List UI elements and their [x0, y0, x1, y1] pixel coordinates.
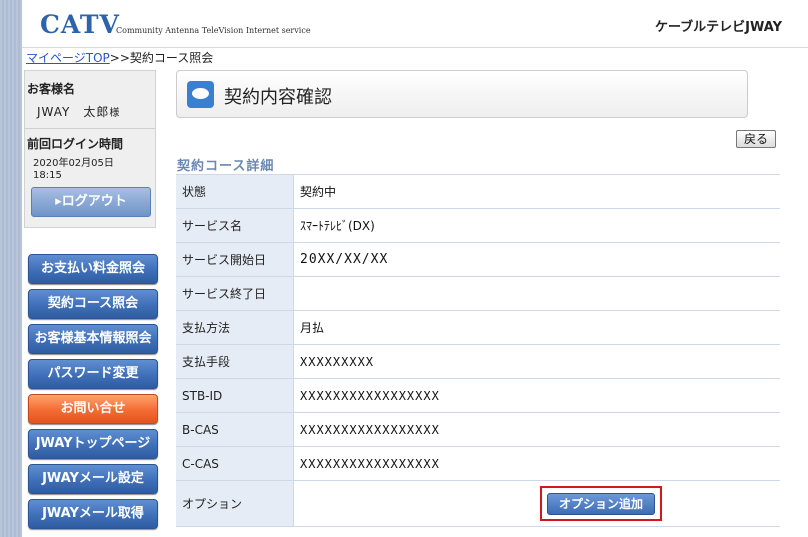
page-title: 契約内容確認	[224, 87, 332, 108]
row-value: オプション追加	[294, 481, 780, 526]
nav-jway-top-button[interactable]: JWAYトップページ	[28, 429, 158, 459]
breadcrumb: マイページTOP>>契約コース照会	[26, 49, 213, 66]
table-row: 状態 契約中	[176, 175, 780, 209]
logo-subtitle: Community Antenna TeleVision Internet se…	[116, 26, 311, 35]
speech-bubble-icon	[187, 81, 214, 108]
row-label: C-CAS	[176, 447, 294, 480]
breadcrumb-current: 契約コース照会	[129, 51, 214, 65]
table-row: サービス開始日 20XX/XX/XX	[176, 243, 780, 277]
table-row: C-CAS XXXXXXXXXXXXXXXXX	[176, 447, 780, 481]
row-value: XXXXXXXXXXXXXXXXX	[300, 422, 440, 437]
page-title-box: 契約内容確認	[176, 70, 748, 118]
table-row: オプション オプション追加	[176, 481, 780, 527]
customer-name-value: JWAY 太郎	[37, 105, 110, 119]
row-label: サービス終了日	[176, 277, 294, 310]
row-value: XXXXXXXXXXXXXXXXX	[300, 456, 440, 471]
row-label: オプション	[176, 481, 294, 526]
row-value: 20XX/XX/XX	[300, 252, 389, 267]
logout-button[interactable]: ▸ログアウト	[31, 187, 151, 217]
add-option-button[interactable]: オプション追加	[547, 493, 655, 515]
breadcrumb-link-mypage-top[interactable]: マイページTOP	[26, 51, 110, 65]
section-title: 契約コース詳細	[177, 159, 275, 174]
row-value: XXXXXXXXXXXXXXXXX	[300, 388, 440, 403]
nav-payment-inquiry-button[interactable]: お支払い料金照会	[28, 254, 158, 284]
nav-jway-mail-settings-button[interactable]: JWAYメール設定	[28, 464, 158, 494]
nav-jway-mail-get-button[interactable]: JWAYメール取得	[28, 499, 158, 529]
table-row: B-CAS XXXXXXXXXXXXXXXXX	[176, 413, 780, 447]
table-row: サービス終了日	[176, 277, 780, 311]
logo[interactable]: CATV	[40, 10, 120, 39]
option-button-highlight: オプション追加	[540, 486, 662, 521]
row-value: 契約中	[300, 185, 337, 199]
nav-contract-course-button[interactable]: 契約コース照会	[28, 289, 158, 319]
row-value: 月払	[300, 321, 325, 335]
table-row: STB-ID XXXXXXXXXXXXXXXXX	[176, 379, 780, 413]
nav-password-change-button[interactable]: パスワード変更	[28, 359, 158, 389]
table-row: サービス名 ｽﾏｰﾄﾃﾚﾋﾞ(DX)	[176, 209, 780, 243]
row-label: 支払方法	[176, 311, 294, 344]
table-row: 支払手段 XXXXXXXXX	[176, 345, 780, 379]
row-label: サービス名	[176, 209, 294, 242]
breadcrumb-separator: >>	[109, 51, 130, 65]
contract-details-table: 状態 契約中 サービス名 ｽﾏｰﾄﾃﾚﾋﾞ(DX) サービス開始日 20XX/X…	[176, 174, 780, 527]
brand-name: ケーブルテレビJWAY	[654, 20, 782, 35]
customer-honorific: 様	[109, 108, 121, 119]
header: CATV Community Antenna TeleVision Intern…	[22, 0, 808, 48]
row-value: ｽﾏｰﾄﾃﾚﾋﾞ(DX)	[300, 219, 375, 233]
customer-name: JWAY 太郎様	[25, 97, 155, 120]
row-label: 支払手段	[176, 345, 294, 378]
page: CATV Community Antenna TeleVision Intern…	[22, 0, 808, 537]
row-value	[294, 277, 780, 310]
row-label: STB-ID	[176, 379, 294, 412]
table-row: 支払方法 月払	[176, 311, 780, 345]
user-info-box: お客様名 JWAY 太郎様 前回ログイン時間 2020年02月05日 18:15…	[24, 70, 156, 228]
last-login-time: 18:15	[33, 170, 62, 181]
customer-name-label: お客様名	[27, 82, 76, 96]
last-login-label: 前回ログイン時間	[27, 137, 124, 151]
nav-customer-info-button[interactable]: お客様基本情報照会	[28, 324, 158, 354]
last-login-date: 2020年02月05日	[33, 158, 114, 169]
row-label: B-CAS	[176, 413, 294, 446]
back-button[interactable]: 戻る	[736, 130, 776, 148]
nav-contact-button[interactable]: お問い合せ	[28, 394, 158, 424]
row-label: サービス開始日	[176, 243, 294, 276]
row-label: 状態	[176, 175, 294, 208]
row-value: XXXXXXXXX	[300, 354, 375, 369]
